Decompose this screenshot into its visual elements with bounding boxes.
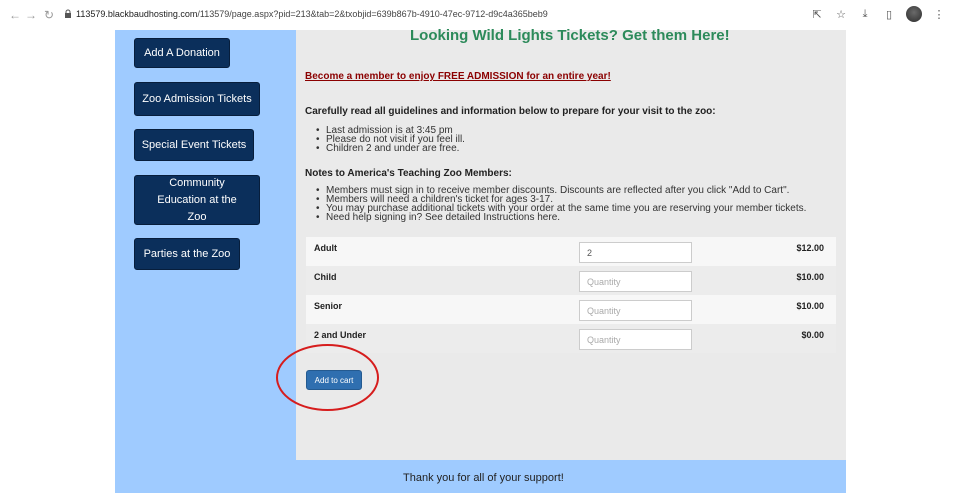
highlight-circle — [276, 344, 379, 411]
community-education-button[interactable]: Community Education at the Zoo — [134, 175, 260, 225]
ticket-row-child: Child $10.00 — [306, 266, 836, 295]
page-title: Looking Wild Lights Tickets? Get them He… — [410, 27, 730, 44]
url-host: 113579.blackbaudhosting.com — [76, 9, 198, 19]
back-icon[interactable]: ← — [8, 8, 22, 22]
page: { "browser": { "url_host": "113579.black… — [0, 0, 954, 493]
guidelines-heading: Carefully read all guidelines and inform… — [305, 106, 716, 117]
ticket-label: 2 and Under — [314, 330, 367, 340]
members-notes-list: Members must sign in to receive member d… — [316, 186, 806, 223]
reload-icon[interactable]: ↻ — [42, 8, 56, 22]
ticket-table: Adult $12.00 Child $10.00 Senior $10.00 … — [306, 237, 836, 353]
ticket-price: $0.00 — [801, 330, 824, 340]
ticket-label: Senior — [314, 301, 343, 311]
browser-toolbar: ← → ↻ 113579.blackbaudhosting.com/113579… — [0, 0, 954, 30]
menu-icon[interactable]: ⋮ — [932, 7, 946, 21]
members-notes-heading: Notes to America's Teaching Zoo Members: — [305, 168, 512, 179]
download-icon[interactable]: ⤓ — [858, 7, 872, 21]
browser-actions: ⇱ ☆ ⤓ ▯ ⋮ — [810, 6, 946, 22]
sidepanel-icon[interactable]: ▯ — [882, 7, 896, 21]
special-event-tickets-button[interactable]: Special Event Tickets — [134, 129, 254, 161]
guidelines-list: Last admission is at 3:45 pm Please do n… — [316, 126, 465, 154]
lock-icon[interactable] — [64, 9, 72, 19]
zoo-admission-tickets-button[interactable]: Zoo Admission Tickets — [134, 82, 260, 116]
ticket-price: $12.00 — [796, 243, 824, 253]
right-margin — [846, 30, 954, 460]
ticket-row-senior: Senior $10.00 — [306, 295, 836, 324]
ticket-row-adult: Adult $12.00 — [306, 237, 836, 266]
ticket-row-under2: 2 and Under $0.00 — [306, 324, 836, 353]
adult-quantity-input[interactable] — [579, 242, 692, 263]
under2-quantity-input[interactable] — [579, 329, 692, 350]
footer — [296, 460, 846, 493]
parties-at-zoo-button[interactable]: Parties at the Zoo — [134, 238, 240, 270]
ticket-price: $10.00 — [796, 272, 824, 282]
footer-text: Thank you for all of your support! — [403, 472, 564, 484]
ticket-price: $10.00 — [796, 301, 824, 311]
add-donation-button[interactable]: Add A Donation — [134, 38, 230, 68]
star-icon[interactable]: ☆ — [834, 7, 848, 21]
ticket-label: Adult — [314, 243, 337, 253]
note-item: Need help signing in? See detailed Instr… — [316, 213, 806, 223]
address-bar[interactable]: 113579.blackbaudhosting.com/113579/page.… — [76, 9, 548, 19]
senior-quantity-input[interactable] — [579, 300, 692, 321]
child-quantity-input[interactable] — [579, 271, 692, 292]
forward-icon[interactable]: → — [24, 8, 38, 22]
url-path: /113579/page.aspx?pid=213&tab=2&txobjid=… — [197, 9, 548, 19]
membership-link[interactable]: Become a member to enjoy FREE ADMISSION … — [305, 71, 611, 82]
share-icon[interactable]: ⇱ — [810, 7, 824, 21]
guideline-item: Children 2 and under are free. — [316, 144, 465, 154]
profile-avatar[interactable] — [906, 6, 922, 22]
ticket-label: Child — [314, 272, 337, 282]
